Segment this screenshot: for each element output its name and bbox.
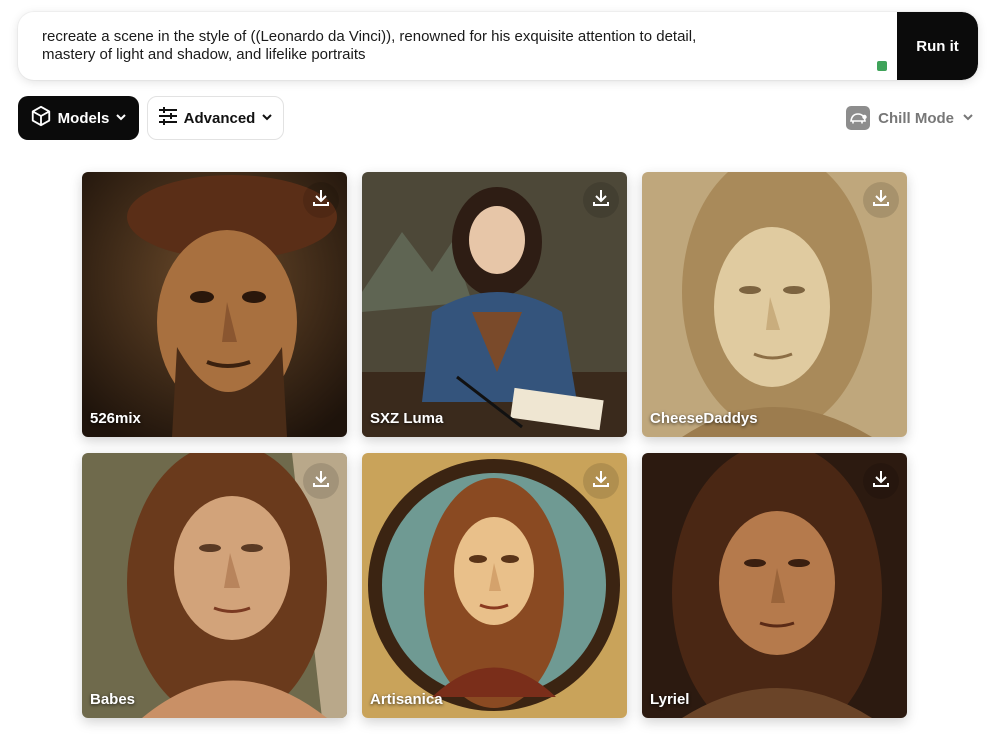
turtle-icon	[846, 106, 871, 130]
download-button[interactable]	[583, 182, 619, 218]
model-name: Babes	[90, 691, 136, 708]
download-icon	[871, 188, 891, 213]
gallery-card[interactable]: CheeseDaddys	[642, 172, 907, 437]
advanced-button[interactable]: Advanced	[147, 96, 284, 140]
sliders-icon	[158, 106, 178, 130]
gallery-card[interactable]: 526mix	[82, 172, 347, 437]
advanced-label: Advanced	[183, 109, 256, 127]
prompt-input[interactable]: recreate a scene in the style of ((Leona…	[18, 12, 897, 80]
chevron-down-icon	[962, 110, 974, 127]
download-icon	[591, 188, 611, 213]
gallery-card[interactable]: Lyriel	[642, 453, 907, 718]
gallery-card[interactable]: Artisanica	[362, 453, 627, 718]
models-button[interactable]: Models	[18, 96, 139, 140]
status-indicator	[877, 61, 887, 71]
download-button[interactable]	[863, 463, 899, 499]
model-name: CheeseDaddys	[650, 410, 758, 427]
prompt-text-line-2: mastery of light and shadow, and lifelik…	[42, 46, 366, 63]
download-button[interactable]	[583, 463, 619, 499]
download-button[interactable]	[303, 463, 339, 499]
prompt-text-line-1: recreate a scene in the style of ((Leona…	[42, 28, 697, 45]
gallery-card[interactable]: SXZ Luma	[362, 172, 627, 437]
chevron-down-icon	[261, 110, 273, 127]
mode-selector[interactable]: Chill Mode	[846, 106, 974, 130]
model-name: Artisanica	[370, 691, 443, 708]
download-icon	[871, 469, 891, 494]
models-label: Models	[57, 109, 110, 127]
model-name: SXZ Luma	[370, 410, 444, 427]
chevron-down-icon	[115, 110, 127, 127]
model-name: Lyriel	[650, 691, 690, 708]
run-button[interactable]: Run it	[897, 12, 978, 80]
download-button[interactable]	[303, 182, 339, 218]
gallery-card[interactable]: Babes	[82, 453, 347, 718]
download-icon	[311, 469, 331, 494]
download-button[interactable]	[863, 182, 899, 218]
cube-icon	[30, 105, 52, 131]
model-name: 526mix	[90, 410, 141, 427]
prompt-bar: recreate a scene in the style of ((Leona…	[18, 12, 978, 80]
mode-label: Chill Mode	[878, 109, 954, 127]
download-icon	[591, 469, 611, 494]
image-gallery: 526mix SXZ Luma CheeseDaddys Babes Artis…	[82, 172, 908, 718]
download-icon	[311, 188, 331, 213]
